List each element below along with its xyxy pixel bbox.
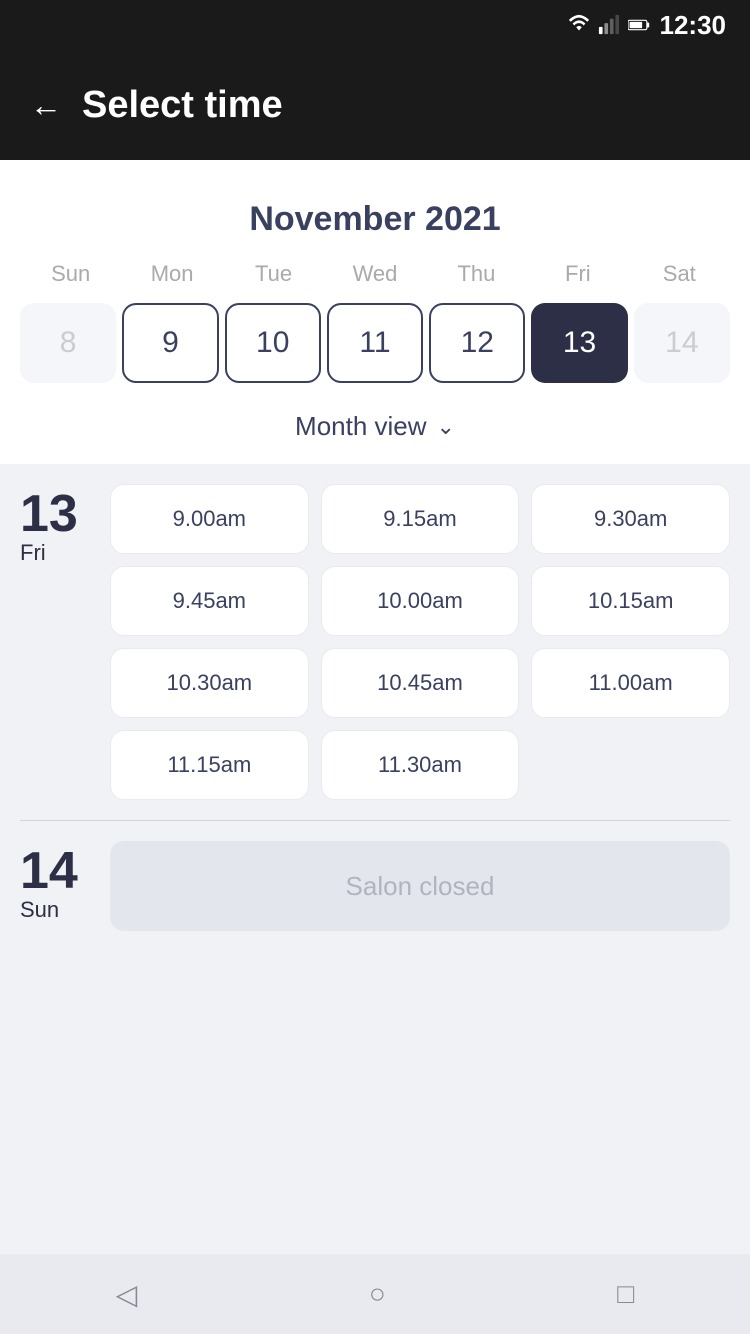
slot-9-15am[interactable]: 9.15am: [321, 484, 520, 554]
slot-9-30am[interactable]: 9.30am: [531, 484, 730, 554]
slot-11-30am[interactable]: 11.30am: [321, 730, 520, 800]
day-14-number: 14: [20, 845, 78, 897]
date-11[interactable]: 11: [327, 303, 423, 383]
weekday-thu: Thu: [426, 255, 527, 293]
status-icons: [568, 14, 650, 36]
weekday-fri: Fri: [527, 255, 628, 293]
date-8[interactable]: 8: [20, 303, 116, 383]
nav-home-button[interactable]: ○: [369, 1278, 386, 1310]
month-view-toggle[interactable]: Month view ⌄: [20, 393, 730, 464]
back-button[interactable]: ←: [30, 89, 62, 121]
month-view-label: Month view: [295, 411, 427, 442]
weekday-mon: Mon: [121, 255, 222, 293]
signal-icon: [598, 14, 620, 36]
date-9[interactable]: 9: [122, 303, 218, 383]
weekday-tue: Tue: [223, 255, 324, 293]
weekday-wed: Wed: [324, 255, 425, 293]
day-13-time-grid: 9.00am 9.15am 9.30am 9.45am 10.00am 10.1…: [110, 484, 730, 800]
date-13[interactable]: 13: [531, 303, 627, 383]
status-time: 12:30: [660, 10, 727, 41]
wifi-icon: [568, 14, 590, 36]
calendar-section: November 2021 Sun Mon Tue Wed Thu Fri Sa…: [0, 160, 750, 464]
day-13-name: Fri: [20, 540, 46, 566]
weekday-sat: Sat: [629, 255, 730, 293]
slot-9-00am[interactable]: 9.00am: [110, 484, 309, 554]
day-13-block: 13 Fri 9.00am 9.15am 9.30am 9.45am 10.00…: [20, 484, 730, 800]
weekday-sun: Sun: [20, 255, 121, 293]
day-14-label: 14 Sun: [20, 841, 90, 931]
slot-11-00am[interactable]: 11.00am: [531, 648, 730, 718]
slot-10-45am[interactable]: 10.45am: [321, 648, 520, 718]
date-row: 8 9 10 11 12 13 14: [20, 303, 730, 383]
chevron-down-icon: ⌄: [437, 414, 455, 440]
page-title: Select time: [82, 84, 283, 127]
slot-10-30am[interactable]: 10.30am: [110, 648, 309, 718]
day-13-number: 13: [20, 488, 78, 540]
day-13-label: 13 Fri: [20, 484, 90, 800]
nav-recent-button[interactable]: □: [617, 1278, 634, 1310]
day-14-block: 14 Sun Salon closed: [20, 841, 730, 931]
status-bar: 12:30: [0, 0, 750, 50]
slots-section: 13 Fri 9.00am 9.15am 9.30am 9.45am 10.00…: [0, 464, 750, 1061]
slot-10-15am[interactable]: 10.15am: [531, 566, 730, 636]
date-14[interactable]: 14: [634, 303, 730, 383]
month-title: November 2021: [20, 180, 730, 255]
nav-back-button[interactable]: ◁: [116, 1278, 138, 1311]
app-header: ← Select time: [0, 50, 750, 160]
day-14-name: Sun: [20, 897, 59, 923]
slot-10-00am[interactable]: 10.00am: [321, 566, 520, 636]
slot-9-45am[interactable]: 9.45am: [110, 566, 309, 636]
date-10[interactable]: 10: [225, 303, 321, 383]
battery-icon: [628, 14, 650, 36]
date-12[interactable]: 12: [429, 303, 525, 383]
weekday-row: Sun Mon Tue Wed Thu Fri Sat: [20, 255, 730, 293]
slot-11-15am[interactable]: 11.15am: [110, 730, 309, 800]
bottom-nav: ◁ ○ □: [0, 1254, 750, 1334]
divider: [20, 820, 730, 821]
salon-closed-label: Salon closed: [110, 841, 730, 931]
